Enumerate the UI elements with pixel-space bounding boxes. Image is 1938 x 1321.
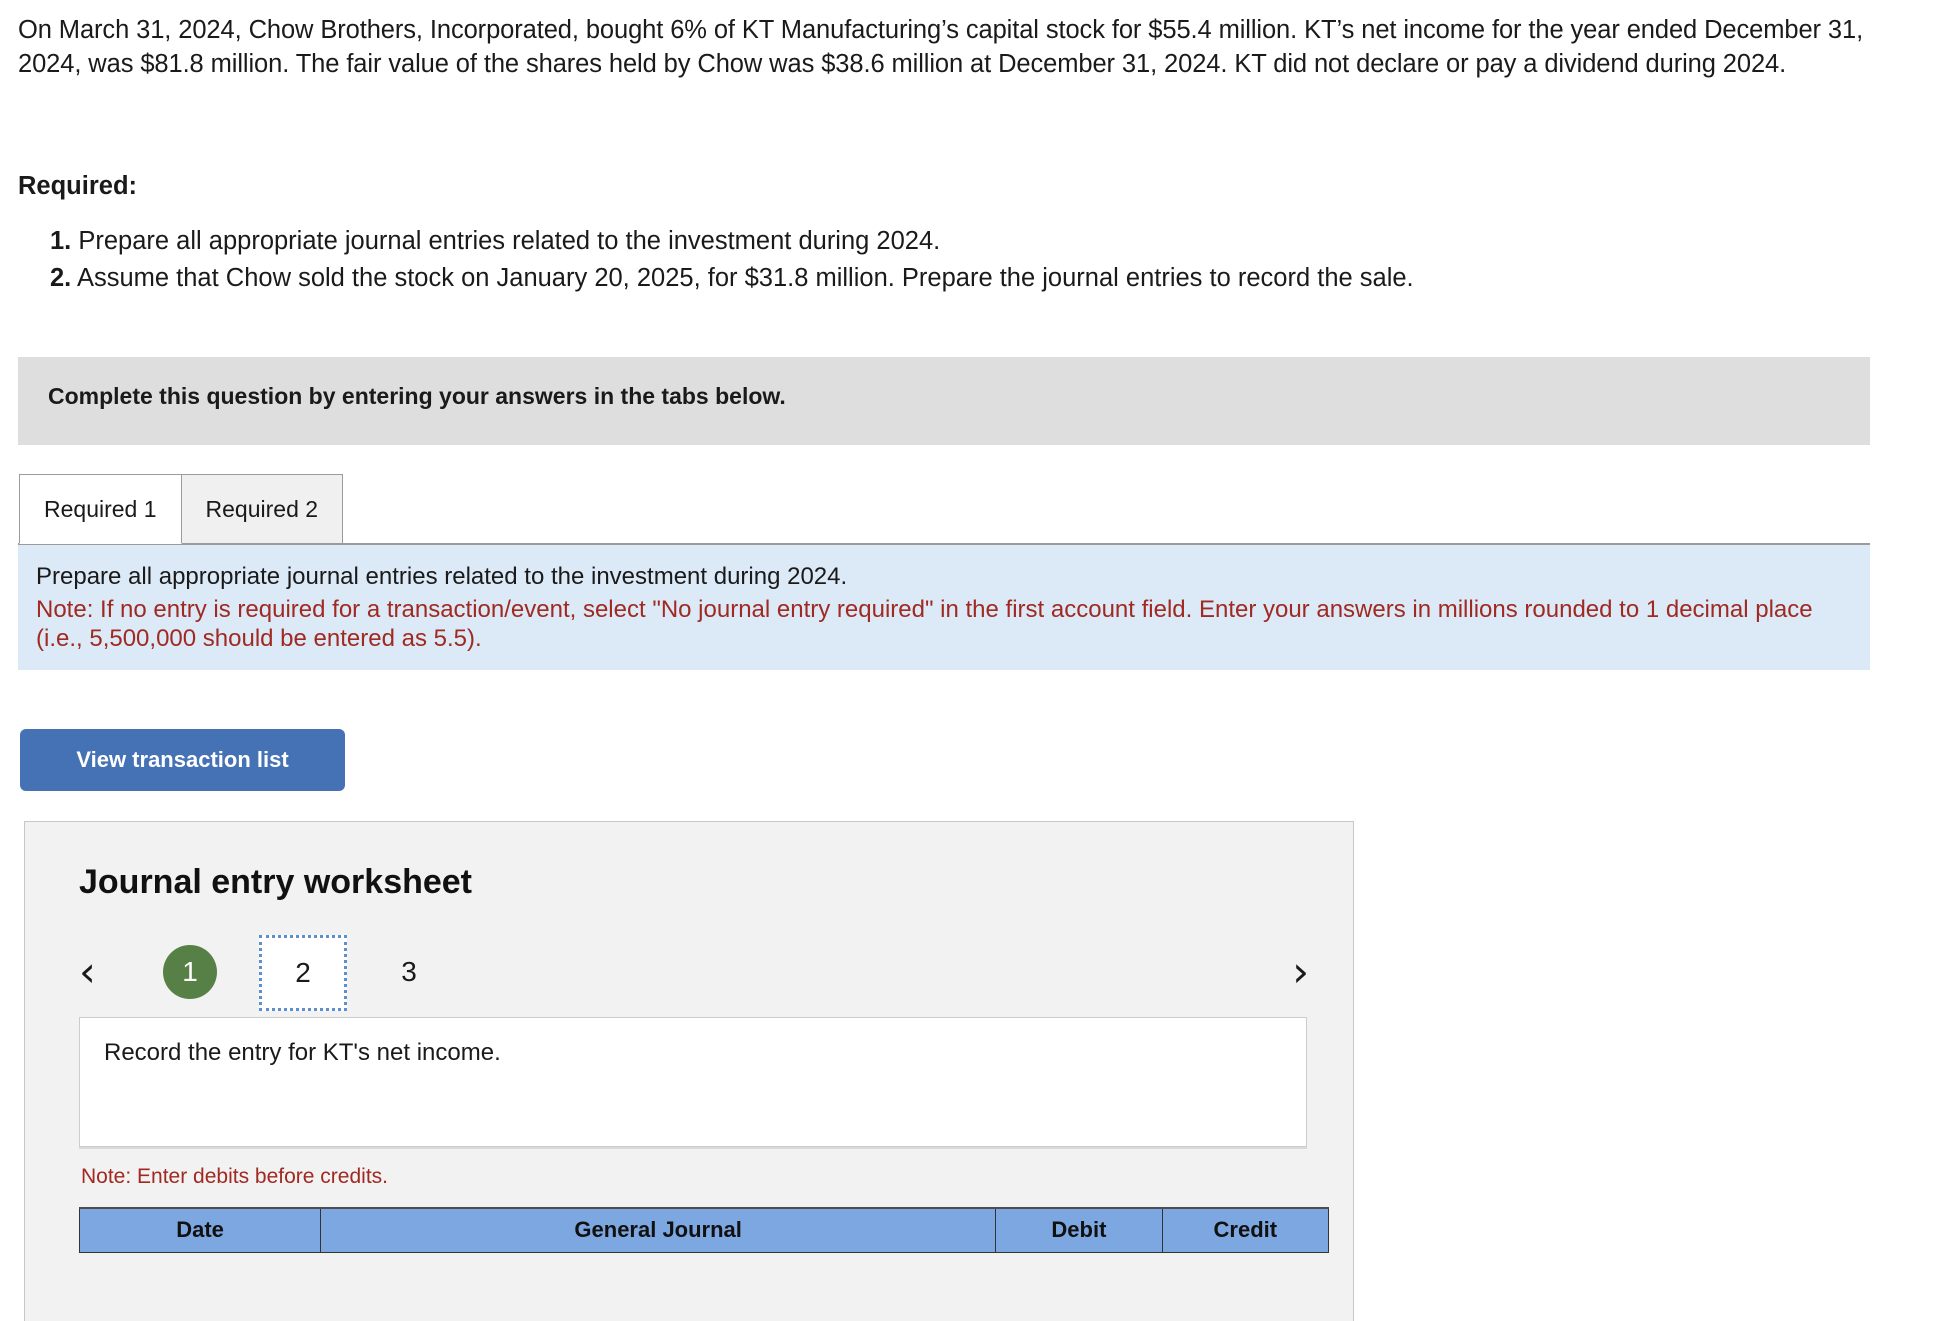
column-header-credit: Credit (1161, 1207, 1330, 1253)
worksheet-page-3[interactable]: 3 (379, 943, 439, 1001)
table-header-row: Date General Journal Debit Credit (78, 1207, 1330, 1253)
worksheet-page-1[interactable]: 1 (163, 945, 217, 999)
tab-required-2[interactable]: Required 2 (180, 474, 344, 544)
column-header-general-journal: General Journal (320, 1207, 997, 1253)
journal-entry-table: Date General Journal Debit Credit (78, 1207, 1330, 1253)
instruction-banner-text: Complete this question by entering your … (48, 383, 786, 409)
column-header-debit: Debit (995, 1207, 1163, 1253)
requirement-text: Assume that Chow sold the stock on Janua… (76, 263, 1414, 292)
instruction-panel: Prepare all appropriate journal entries … (18, 543, 1870, 670)
journal-entry-worksheet: Journal entry worksheet ‹ 1 2 3 › Record… (24, 821, 1354, 1321)
entry-description-text: Record the entry for KT's net income. (104, 1039, 501, 1066)
requirement-text: Prepare all appropriate journal entries … (78, 227, 941, 255)
requirements-list: 1. Prepare all appropriate journal entri… (50, 225, 1910, 299)
requirement-number: 1. (50, 227, 72, 255)
panel-instruction-text: Prepare all appropriate journal entries … (36, 563, 848, 590)
worksheet-page-2[interactable]: 2 (259, 935, 347, 1011)
required-label: Required: (18, 172, 138, 200)
tab-bar: Required 1 Required 2 (19, 474, 344, 544)
instruction-banner: Complete this question by entering your … (18, 357, 1870, 445)
requirement-item: 2. Assume that Chow sold the stock on Ja… (50, 262, 1910, 296)
worksheet-title: Journal entry worksheet (79, 863, 473, 901)
chevron-left-icon[interactable]: ‹ (79, 947, 96, 997)
column-header-date: Date (78, 1207, 322, 1253)
worksheet-pagination: ‹ 1 2 3 › (79, 935, 1309, 1011)
requirement-number: 2. (50, 263, 72, 292)
view-transaction-list-button[interactable]: View transaction list (20, 729, 345, 791)
requirement-item: 1. Prepare all appropriate journal entri… (50, 225, 1910, 259)
panel-note-text: Note: If no entry is required for a tran… (36, 595, 1813, 653)
tab-required-1[interactable]: Required 1 (19, 474, 182, 544)
problem-statement: On March 31, 2024, Chow Brothers, Incorp… (18, 16, 1864, 78)
entry-description-box: Record the entry for KT's net income. (79, 1017, 1307, 1147)
debits-before-credits-note: Note: Enter debits before credits. (81, 1165, 388, 1188)
chevron-right-icon[interactable]: › (1292, 947, 1309, 997)
